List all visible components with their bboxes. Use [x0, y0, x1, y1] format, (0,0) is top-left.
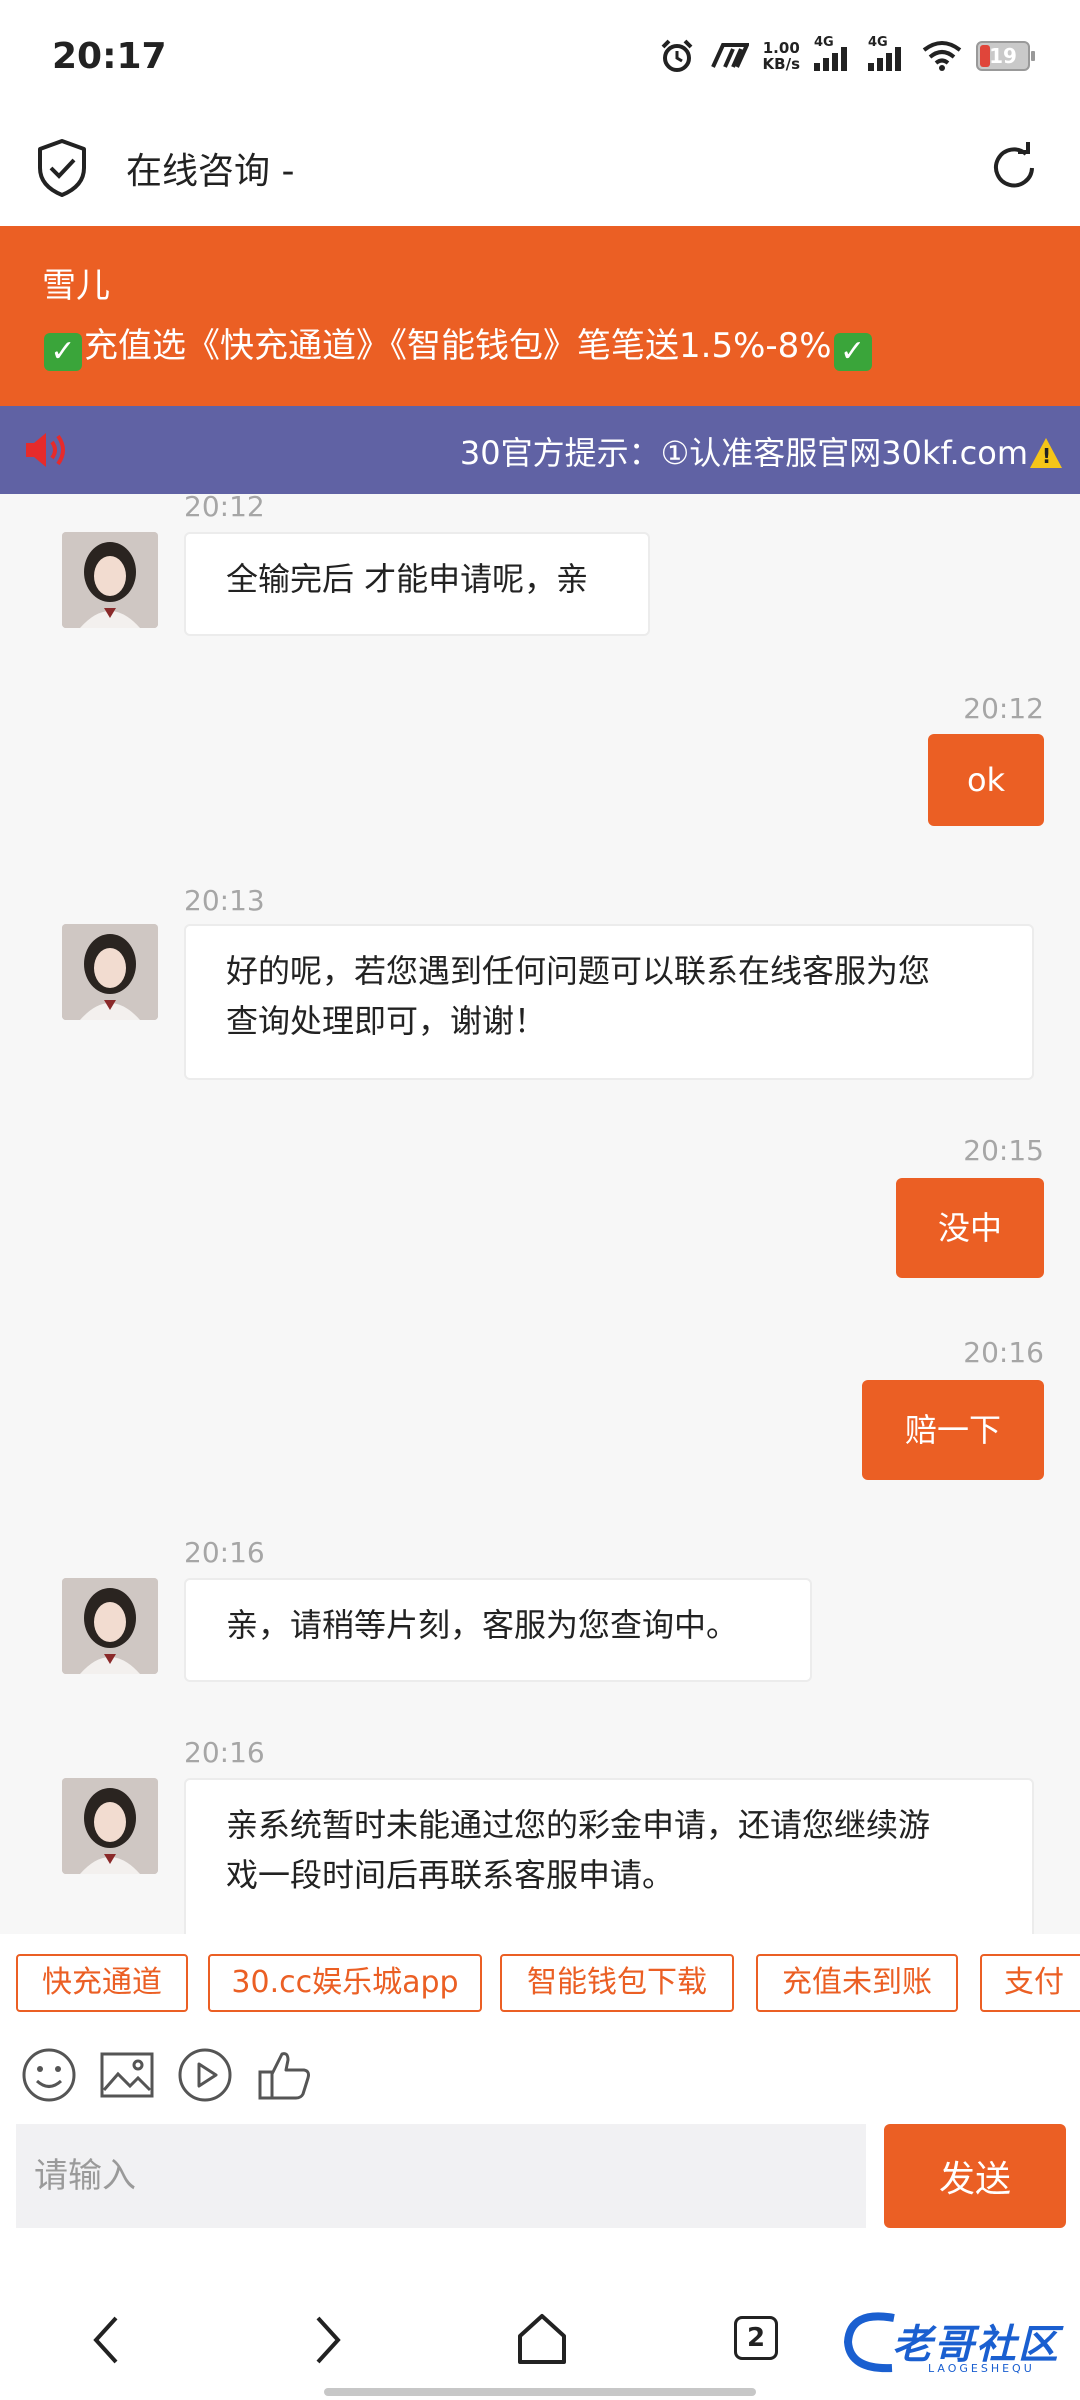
message-input[interactable] [16, 2124, 866, 2228]
message-time: 20:16 [963, 1336, 1044, 1369]
message-time: 20:12 [963, 692, 1044, 725]
outgoing-message: ok [928, 734, 1044, 826]
emoji-icon[interactable] [20, 2046, 78, 2104]
net-speed-unit: KB/s [762, 55, 800, 73]
agent-avatar [62, 532, 158, 628]
signal-icon: 4G [868, 35, 908, 71]
message-line: 好的呢，若您遇到任何问题可以联系在线客服为您 [226, 952, 931, 990]
browser-nav-bar: 2 老哥社区 LAOGESHEQU [0, 2244, 1080, 2400]
agent-avatar [62, 924, 158, 1020]
message-line: 亲，请稍等片刻，客服为您查询中。 [226, 1606, 739, 1644]
image-icon[interactable] [98, 2046, 156, 2104]
agent-avatar [62, 1778, 158, 1874]
quick-reply-tag[interactable]: 充值未到账 [756, 1954, 958, 2012]
message-time: 20:16 [184, 1736, 265, 1769]
page-title: 在线咨询 - [126, 151, 295, 192]
check-mark-icon: ✓ [44, 333, 82, 371]
chat-header: 雪儿 ✓ 充值选《快充通道》《智能钱包》笔笔送1.5%-8% ✓ [0, 226, 1080, 406]
message-line: 戏一段时间后再联系客服申请。 [226, 1856, 675, 1894]
message-time: 20:13 [184, 884, 265, 917]
message-line: 全输完后 才能申请呢，亲 [226, 560, 589, 598]
gesture-bar[interactable] [324, 2388, 756, 2396]
quick-reply-tag[interactable]: 支付 [980, 1954, 1080, 2012]
outgoing-message: 没中 [896, 1178, 1044, 1278]
agent-avatar [62, 1578, 158, 1674]
agent-name: 雪儿 [42, 266, 110, 306]
speaker-icon [26, 433, 65, 467]
battery-icon: 19 [976, 41, 1035, 71]
video-icon[interactable] [176, 2046, 234, 2104]
message-time: 20:16 [184, 1536, 265, 1569]
quick-reply-tag[interactable]: 智能钱包下载 [500, 1954, 734, 2012]
home-icon[interactable] [512, 2310, 572, 2370]
incoming-message: 好的呢，若您遇到任何问题可以联系在线客服为您 查询处理即可，谢谢！ [184, 924, 1034, 1080]
promo-banner: ✓ 充值选《快充通道》《智能钱包》笔笔送1.5%-8% ✓ [42, 318, 874, 371]
toolbar: 在线咨询 - [0, 118, 1080, 226]
warning-icon [1030, 438, 1062, 468]
message-time: 20:15 [963, 1134, 1044, 1167]
forward-icon[interactable] [296, 2310, 356, 2370]
thumbs-up-icon[interactable] [256, 2046, 314, 2104]
notice-message: 30官方提示：①认准客服官网30kf.com [459, 434, 1028, 472]
signal-icon: 4G [814, 35, 854, 71]
quick-reply-bar[interactable]: 快充通道 30.cc娱乐城app 智能钱包下载 充值未到账 支付 [0, 1934, 1080, 2034]
quick-reply-tag[interactable]: 30.cc娱乐城app [208, 1954, 482, 2012]
refresh-icon[interactable] [986, 140, 1042, 196]
community-watermark: 老哥社区 LAOGESHEQU [840, 2304, 1070, 2384]
message-list[interactable]: 20:12 全输完后 才能申请呢，亲 20:12 ok 20:13 好的呢，若您… [0, 494, 1080, 1934]
status-time: 20:17 [52, 36, 167, 77]
incoming-message: 亲，请稍等片刻，客服为您查询中。 [184, 1578, 812, 1682]
message-composer: 发送 [0, 2124, 1080, 2244]
notice-text: 30官方提示：①认准客服官网30kf.com [460, 428, 1062, 474]
notice-bar: 30官方提示：①认准客服官网30kf.com [0, 406, 1080, 494]
wifi-icon [922, 40, 962, 72]
net-speed-value: 1.00 [762, 39, 800, 57]
alarm-icon [659, 38, 695, 74]
check-mark-icon: ✓ [833, 333, 872, 371]
message-line: 查询处理即可，谢谢！ [226, 1002, 547, 1040]
input-tools [0, 2034, 1080, 2124]
app-notification-icon [709, 41, 749, 71]
incoming-message: 亲系统暂时未能通过您的彩金申请，还请您继续游 戏一段时间后再联系客服申请。 [184, 1778, 1034, 1934]
message-time: 20:12 [184, 494, 265, 523]
promo-text: 充值选《快充通道》《智能钱包》笔笔送1.5%-8% [84, 326, 832, 366]
signal-label: 4G [868, 35, 888, 50]
shield-check-icon[interactable] [36, 138, 88, 198]
incoming-message: 全输完后 才能申请呢，亲 [184, 532, 650, 636]
dragon-logo-icon [843, 2312, 895, 2373]
quick-reply-tag[interactable]: 快充通道 [16, 1954, 188, 2012]
outgoing-message: 赔一下 [862, 1380, 1044, 1480]
battery-level: 19 [989, 44, 1017, 68]
signal-label: 4G [814, 35, 834, 50]
message-line: 亲系统暂时未能通过您的彩金申请，还请您继续游 [226, 1806, 931, 1844]
net-speed: 1.00 KB/s [763, 40, 800, 72]
status-bar: 20:17 1.00 KB/s 4G 4G 19 [0, 0, 1080, 118]
status-icons: 1.00 KB/s 4G 4G 19 [659, 35, 1035, 74]
send-button[interactable]: 发送 [884, 2124, 1066, 2228]
back-icon[interactable] [78, 2310, 138, 2370]
watermark-subtext: LAOGESHEQU [928, 2362, 1035, 2375]
tabs-button[interactable]: 2 [734, 2316, 778, 2360]
